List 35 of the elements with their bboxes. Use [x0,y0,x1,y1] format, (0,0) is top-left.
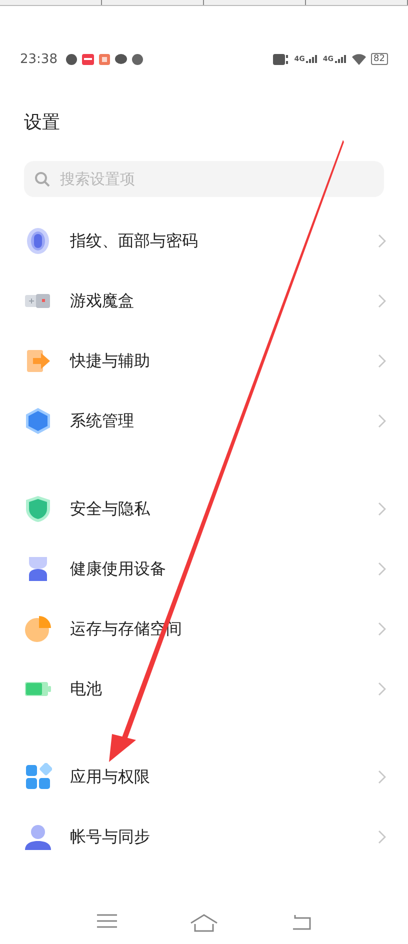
app-notification-icon [99,54,110,64]
chevron-icon [378,562,386,576]
home-icon[interactable] [190,914,218,932]
battery-level: 82 [370,53,388,65]
settings-item[interactable]: 帐号与同步 [0,807,408,867]
settings-item[interactable]: 健康使用设备 [0,539,408,599]
chevron-icon [378,414,386,428]
chevron-icon [378,770,386,784]
arrow-shortcut-icon [24,347,52,375]
chevron-icon [378,682,386,696]
signal-icon [334,55,347,63]
back-icon[interactable] [291,914,312,930]
signal-icon [306,55,318,63]
app-notification-icon [82,54,94,64]
shield-icon [24,495,52,523]
chevron-icon [378,234,386,248]
hexagon-icon [24,407,52,435]
chevron-icon [378,354,386,368]
user-icon [24,823,52,851]
search-field[interactable]: 搜索设置项 [24,161,384,197]
page-title: 设置 [24,111,61,135]
chevron-icon [378,294,386,308]
settings-item[interactable]: 应用与权限 [0,747,408,807]
pie-chart-icon [24,615,52,643]
notification-icon [132,54,144,64]
fingerprint-icon [24,227,52,255]
chevron-icon [378,830,386,844]
wifi-icon [352,54,366,64]
menu-icon[interactable] [96,914,117,928]
notification-icon [66,54,78,64]
chevron-icon [378,622,386,636]
status-time: 23:38 [20,52,58,66]
chevron-icon [378,502,386,516]
message-icon [115,54,128,64]
apps-grid-icon [24,763,52,791]
